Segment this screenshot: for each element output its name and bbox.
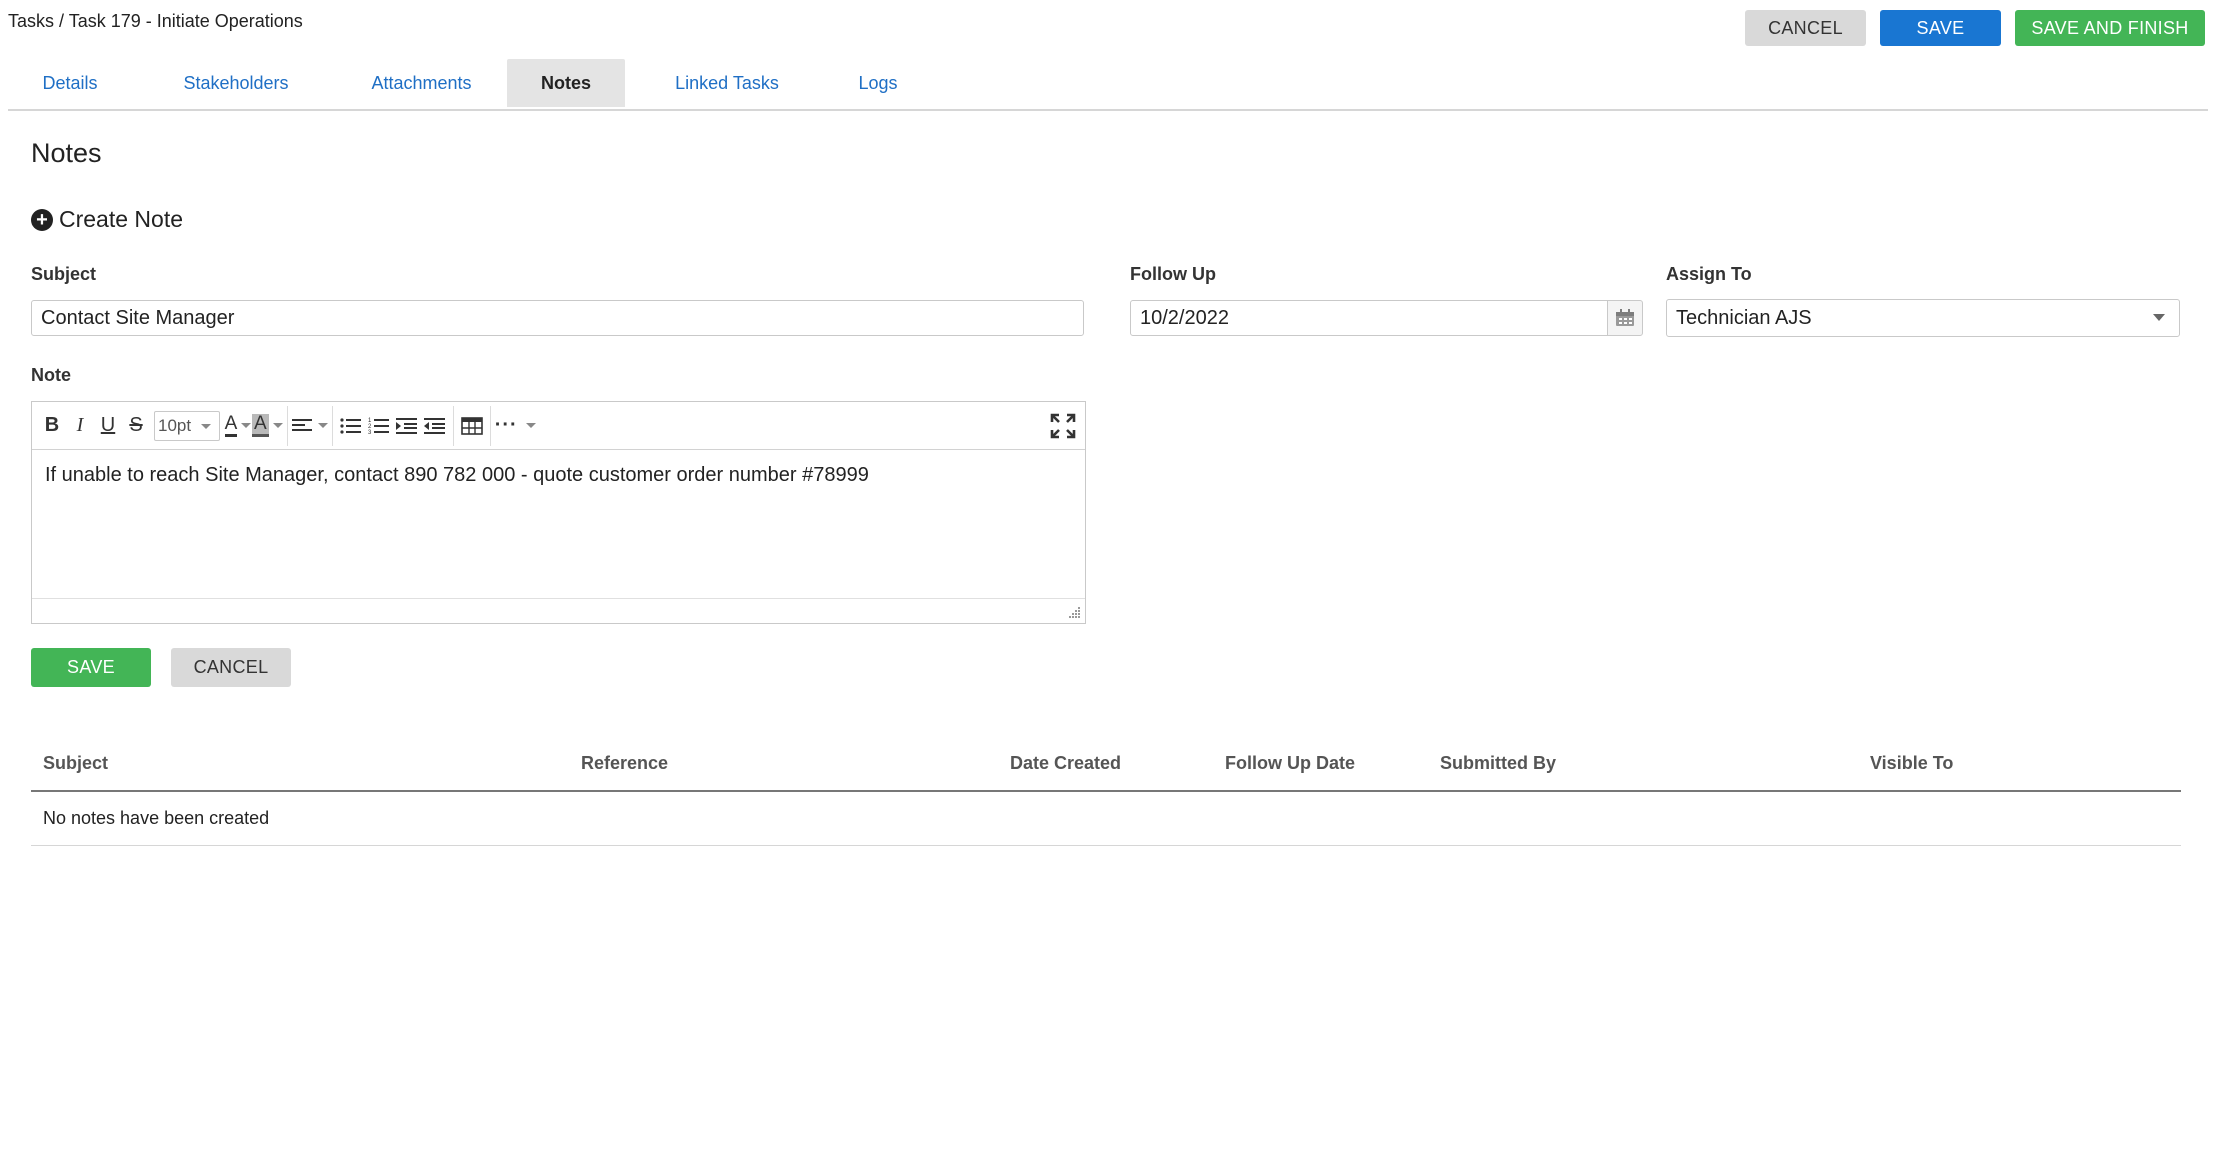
note-cancel-button[interactable]: CANCEL [171,648,291,687]
strikethrough-icon[interactable]: S [122,410,150,442]
tab-details[interactable]: Details [8,59,132,107]
note-editor: B I U S 10pt A A 123 ··· If unable to re… [31,401,1086,624]
fullscreen-icon[interactable] [1049,410,1077,442]
calendar-button[interactable] [1607,300,1643,336]
more-options-icon[interactable]: ··· [495,410,536,442]
editor-status-bar [32,598,1085,623]
empty-table-message: No notes have been created [43,808,270,828]
subject-label: Subject [31,264,97,284]
tab-attachments[interactable]: Attachments [344,59,499,107]
outdent-icon[interactable] [421,410,449,442]
note-text-area[interactable]: If unable to reach Site Manager, contact… [45,464,869,487]
italic-icon[interactable]: I [66,410,94,442]
note-save-button[interactable]: SAVE [31,648,151,687]
breadcrumb: Tasks / Task 179 - Initiate Operations [8,11,303,31]
tab-bar: Details Stakeholders Attachments Notes L… [8,59,2208,111]
column-header-subject[interactable]: Subject [43,753,108,774]
toolbar-divider [286,405,288,446]
indent-icon[interactable] [393,410,421,442]
editor-toolbar: B I U S 10pt A A 123 ··· [32,402,1085,450]
font-size-select[interactable]: 10pt [154,410,220,441]
underline-icon[interactable]: U [94,410,122,442]
assign-to-label: Assign To [1666,264,1752,284]
table-header-divider [31,790,2181,792]
follow-up-date-input[interactable] [1130,300,1608,336]
chevron-down-icon [2153,314,2165,321]
font-size-value: 10pt [158,415,192,435]
align-left-icon[interactable] [291,410,328,442]
save-and-finish-button[interactable]: SAVE AND FINISH [2015,10,2205,46]
toolbar-divider [452,405,454,446]
resize-handle-icon[interactable] [1067,605,1081,619]
assign-to-select[interactable]: Technician AJS [1666,299,2180,337]
toolbar-divider [331,405,333,446]
numbered-list-icon[interactable]: 123 [365,410,393,442]
highlight-color-icon[interactable]: A [252,410,283,442]
header-cancel-button[interactable]: CANCEL [1745,10,1866,46]
column-header-reference[interactable]: Reference [581,753,668,774]
toolbar-divider [489,405,491,446]
column-header-visible-to[interactable]: Visible To [1870,753,1953,774]
text-color-icon[interactable]: A [224,410,252,442]
chevron-down-icon [201,423,211,429]
page-title: Notes [31,138,102,168]
svg-text:3: 3 [368,430,372,435]
create-note-label: Create Note [59,206,184,232]
create-note-toggle[interactable]: + Create Note [31,206,183,233]
subject-input[interactable] [31,300,1084,336]
bullet-list-icon[interactable] [337,410,365,442]
tab-stakeholders[interactable]: Stakeholders [156,59,316,107]
calendar-icon [1616,309,1634,326]
header-save-button[interactable]: SAVE [1880,10,2001,46]
assign-to-value: Technician AJS [1676,306,1812,329]
tab-logs[interactable]: Logs [826,59,930,107]
tab-linked-tasks[interactable]: Linked Tasks [656,59,798,107]
tab-notes[interactable]: Notes [507,59,625,107]
column-header-date-created[interactable]: Date Created [1010,753,1121,774]
column-header-submitted-by[interactable]: Submitted By [1440,753,1556,774]
table-icon[interactable] [458,410,486,442]
bold-icon[interactable]: B [38,410,66,442]
column-header-follow-up-date[interactable]: Follow Up Date [1225,753,1355,774]
plus-circle-icon: + [31,208,53,231]
follow-up-label: Follow Up [1130,264,1216,284]
table-row-divider [31,845,2181,846]
note-label: Note [31,365,71,385]
